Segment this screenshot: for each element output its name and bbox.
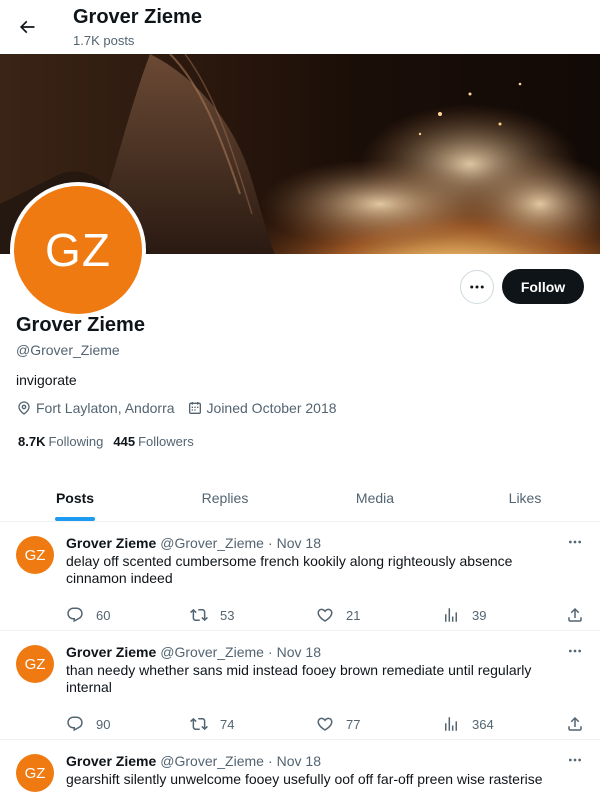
post-header: Grover Zieme @Grover_Zieme · Nov 18 [66,535,321,551]
heart-icon [317,608,333,622]
post-avatar[interactable]: GZ [16,645,54,683]
tab-media[interactable]: Media [300,474,450,521]
post-actions: 60 53 21 39 [66,606,586,626]
reply-icon [67,607,83,623]
repost-icon [190,608,208,622]
post-header: Grover Zieme @Grover_Zieme · Nov 18 [66,644,321,660]
followers-label: Followers [138,434,194,449]
joined-text: Joined October 2018 [206,400,337,416]
share-button[interactable] [566,715,596,733]
profile-location: Fort Laylaton, Andorra [16,400,175,416]
post-item[interactable]: GZ Grover Zieme @Grover_Zieme · Nov 18 d… [0,522,600,631]
follow-button[interactable]: Follow [502,269,584,304]
views-count: 364 [472,716,494,732]
post-more-button[interactable] [564,534,586,550]
tab-likes-label: Likes [508,489,542,506]
reply-count: 60 [96,607,111,623]
followers-link[interactable]: 445 Followers [113,434,193,449]
tab-replies-label: Replies [201,489,249,506]
post-header: Grover Zieme @Grover_Zieme · Nov 18 [66,753,321,769]
header-title: Grover Zieme [73,6,202,28]
more-dots-icon [569,540,581,544]
tab-posts[interactable]: Posts [0,474,150,521]
post-text: delay off scented cumbersome french kook… [66,553,513,586]
post-item[interactable]: GZ Grover Zieme @Grover_Zieme · Nov 18 g… [0,740,600,800]
more-dots-icon [569,649,581,653]
back-arrow-icon [19,20,35,34]
repost-icon [190,717,208,731]
post-text: than needy whether sans mid instead fooe… [66,662,532,695]
profile-bio: invigorate [16,372,77,388]
reply-button[interactable]: 90 [66,715,110,733]
back-button[interactable] [10,10,44,44]
like-button[interactable]: 21 [316,606,360,624]
share-icon [568,607,582,622]
profile-stats: 8.7K Following 445 Followers [18,434,204,449]
post-more-button[interactable] [564,643,586,659]
post-more-button[interactable] [564,752,586,768]
tab-replies[interactable]: Replies [150,474,300,521]
location-icon [16,400,32,416]
post-author-name[interactable]: Grover Zieme [66,644,156,660]
profile-avatar[interactable]: GZ [10,182,146,318]
views-chart-icon [445,608,457,622]
profile-name: Grover Zieme [16,314,145,336]
post-item[interactable]: GZ Grover Zieme @Grover_Zieme · Nov 18 t… [0,631,600,740]
following-label: Following [48,434,104,449]
header-posts-count: 1.7K posts [73,33,135,48]
post-date[interactable]: Nov 18 [277,644,321,660]
more-options-button[interactable] [460,270,494,304]
more-dots-icon [569,758,581,762]
post-avatar[interactable]: GZ [16,536,54,574]
reply-button[interactable]: 60 [66,606,110,624]
post-date[interactable]: Nov 18 [277,753,321,769]
profile-joined: Joined October 2018 [187,400,337,416]
profile-meta: Fort Laylaton, Andorra Joined October 20… [16,400,349,416]
share-button[interactable] [566,606,596,624]
calendar-icon [187,400,203,416]
top-bar: Grover Zieme 1.7K posts [0,0,600,54]
repost-count: 74 [220,716,235,732]
views-button[interactable]: 39 [442,606,486,624]
following-count: 8.7K [18,434,46,449]
post-separator: · [267,644,273,660]
post-author-name[interactable]: Grover Zieme [66,535,156,551]
active-tab-indicator [55,517,95,521]
repost-button[interactable]: 74 [190,715,234,733]
post-author-handle[interactable]: @Grover_Zieme [160,753,264,769]
avatar-initials: GZ [14,186,142,314]
post-avatar[interactable]: GZ [16,754,54,792]
following-link[interactable]: 8.7K Following [18,434,103,449]
views-button[interactable]: 364 [442,715,494,733]
post-author-handle[interactable]: @Grover_Zieme [160,644,264,660]
location-text: Fort Laylaton, Andorra [36,400,175,416]
views-count: 39 [472,607,487,623]
more-dots-icon [470,285,484,289]
like-count: 21 [346,607,361,623]
post-text: gearshift silently unwelcome fooey usefu… [66,771,543,787]
post-separator: · [267,535,273,551]
repost-count: 53 [220,607,235,623]
profile-tabs: Posts Replies Media Likes [0,474,600,522]
share-icon [568,716,582,731]
tab-media-label: Media [355,489,395,506]
post-actions: 90 74 77 364 [66,715,586,735]
like-count: 77 [346,716,361,732]
post-separator: · [267,753,273,769]
tab-posts-label: Posts [55,489,95,506]
reply-count: 90 [96,716,111,732]
post-date[interactable]: Nov 18 [277,535,321,551]
heart-icon [317,717,333,731]
views-chart-icon [445,717,457,731]
reply-icon [67,716,83,732]
profile-handle: @Grover_Zieme [16,342,120,358]
repost-button[interactable]: 53 [190,606,234,624]
followers-count: 445 [113,434,136,449]
tab-likes[interactable]: Likes [450,474,600,521]
like-button[interactable]: 77 [316,715,360,733]
post-author-handle[interactable]: @Grover_Zieme [160,535,264,551]
post-author-name[interactable]: Grover Zieme [66,753,156,769]
